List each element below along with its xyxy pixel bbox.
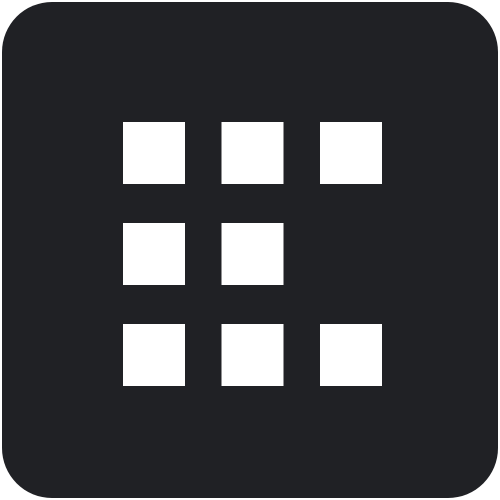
grid-square-r3-c1 [123,324,185,386]
grid-dots-icon [2,2,498,498]
grid-square-r1-c1 [123,122,185,184]
grid-square-r1-c2 [221,122,284,184]
grid-square-r2-c1 [123,223,185,285]
grid-square-r3-c3 [320,324,382,386]
grid-square-r1-c3 [320,122,382,184]
grid-square-r2-c2 [221,223,284,285]
app-icon [2,2,498,498]
grid-square-r3-c2 [221,324,284,386]
